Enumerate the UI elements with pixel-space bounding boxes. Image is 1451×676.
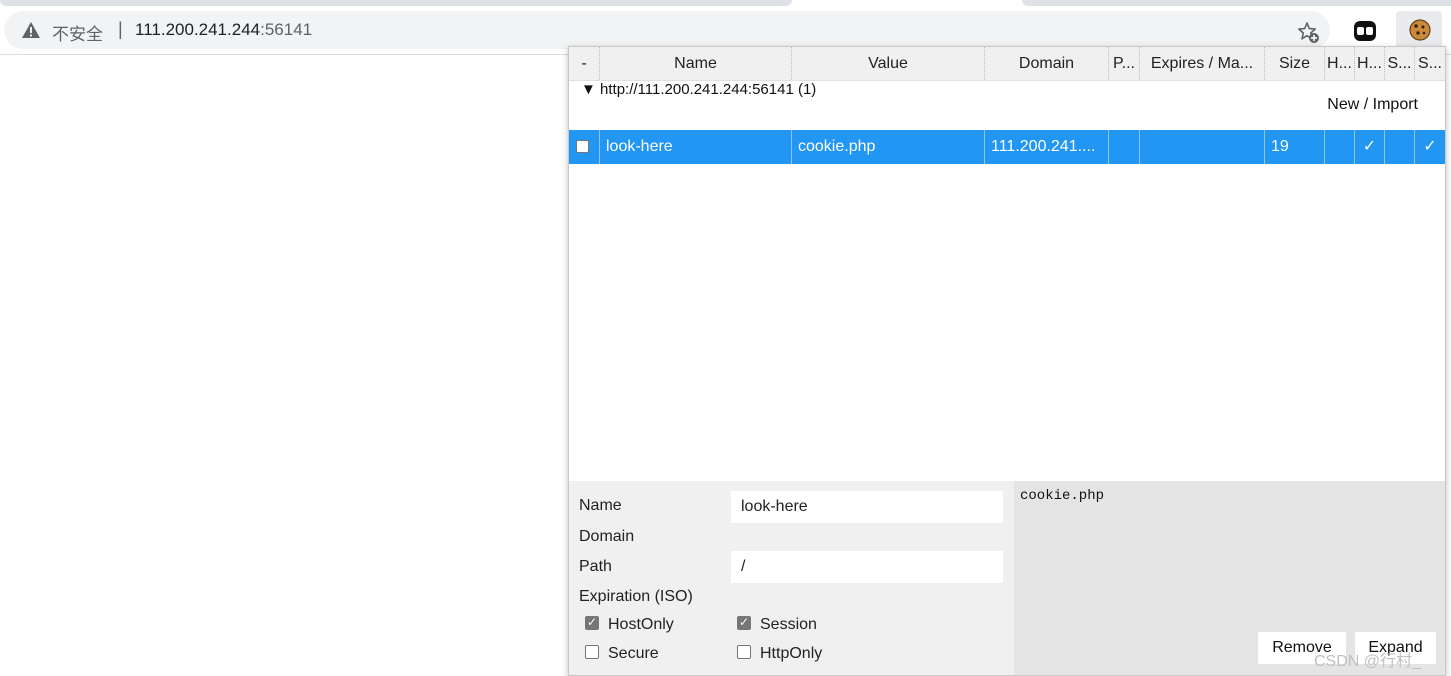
- star-add-icon[interactable]: [1296, 20, 1320, 44]
- col-name[interactable]: Name: [600, 47, 792, 80]
- url-separator: |: [118, 19, 123, 39]
- expiration-label: Expiration (ISO): [579, 588, 693, 605]
- hostonly-checkbox[interactable]: HostOnly: [585, 615, 674, 634]
- value-text[interactable]: cookie.php: [1020, 488, 1104, 504]
- path-label: Path: [579, 558, 612, 575]
- cell-h1[interactable]: [1325, 130, 1355, 164]
- name-input[interactable]: look-here: [731, 491, 1003, 523]
- domain-label: Domain: [579, 528, 635, 545]
- url-host: 111.200.241.244: [135, 20, 261, 39]
- col-h1[interactable]: H...: [1325, 47, 1355, 80]
- address-bar[interactable]: 不安全 | 111.200.241.244:56141: [4, 11, 1330, 49]
- new-cookie-button[interactable]: New: [1327, 96, 1359, 113]
- cell-s1[interactable]: [1385, 130, 1415, 164]
- col-h2[interactable]: H...: [1355, 47, 1385, 80]
- cell-value[interactable]: cookie.php: [792, 130, 985, 164]
- col-path[interactable]: P...: [1109, 47, 1140, 80]
- hostonly-check-box[interactable]: [585, 615, 599, 630]
- session-label: Session: [760, 616, 817, 633]
- watermark: CSDN @行村_: [1314, 653, 1421, 670]
- import-button[interactable]: Import: [1373, 96, 1418, 113]
- col-select[interactable]: -: [569, 47, 600, 80]
- cell-name[interactable]: look-here: [600, 130, 792, 164]
- row-checkbox[interactable]: [576, 140, 589, 153]
- security-label[interactable]: 不安全: [52, 20, 103, 45]
- cell-h2[interactable]: ✓: [1355, 130, 1385, 164]
- cell-domain[interactable]: 111.200.241....: [985, 130, 1109, 164]
- table-header: - Name Value Domain P... Expires / Ma...…: [569, 47, 1445, 81]
- secure-checkbox[interactable]: Secure: [585, 645, 659, 663]
- cookie-icon[interactable]: [1408, 18, 1432, 42]
- httponly-check-box[interactable]: [737, 645, 751, 659]
- table-row[interactable]: look-here cookie.php 111.200.241.... 19 …: [569, 130, 1445, 164]
- cell-expires[interactable]: [1140, 130, 1265, 164]
- cookie-extension-button[interactable]: [1396, 11, 1442, 51]
- url-port: :56141: [260, 20, 313, 39]
- cookie-editor-panel: - Name Value Domain P... Expires / Ma...…: [568, 46, 1446, 676]
- col-expires[interactable]: Expires / Ma...: [1140, 47, 1265, 80]
- path-input[interactable]: /: [731, 551, 1003, 583]
- warning-triangle-icon[interactable]: [21, 21, 41, 39]
- cell-s2[interactable]: ✓: [1415, 130, 1445, 164]
- cookie-detail-form: Name look-here Domain Path / Expiration …: [569, 481, 1014, 675]
- new-import-links: New / Import: [1327, 96, 1418, 114]
- httponly-checkbox[interactable]: HttpOnly: [737, 645, 822, 663]
- tab-right[interactable]: [1022, 0, 1451, 6]
- session-checkbox[interactable]: Session: [737, 615, 817, 634]
- url-text[interactable]: 111.200.241.244:56141: [135, 20, 312, 40]
- session-check-box[interactable]: [737, 615, 751, 630]
- tab-left[interactable]: [0, 0, 792, 6]
- col-domain[interactable]: Domain: [985, 47, 1109, 80]
- tab-strip: [0, 0, 1451, 8]
- httponly-label: HttpOnly: [760, 645, 823, 662]
- secure-label: Secure: [608, 645, 659, 662]
- name-label: Name: [579, 497, 622, 514]
- hostonly-label: HostOnly: [608, 616, 674, 633]
- value-editor[interactable]: cookie.php Remove Expand: [1014, 481, 1445, 675]
- col-s2[interactable]: S...: [1415, 47, 1445, 80]
- cell-path[interactable]: [1109, 130, 1140, 164]
- row-select-cell: [569, 130, 600, 164]
- domain-group-toggle[interactable]: ▼ http://111.200.241.244:56141 (1): [581, 81, 816, 98]
- col-size[interactable]: Size: [1265, 47, 1325, 80]
- cell-size[interactable]: 19: [1265, 130, 1325, 164]
- extension-icon[interactable]: [1352, 18, 1378, 44]
- secure-check-box[interactable]: [585, 645, 599, 659]
- link-separator: /: [1359, 96, 1373, 113]
- col-s1[interactable]: S...: [1385, 47, 1415, 80]
- col-value[interactable]: Value: [792, 47, 985, 80]
